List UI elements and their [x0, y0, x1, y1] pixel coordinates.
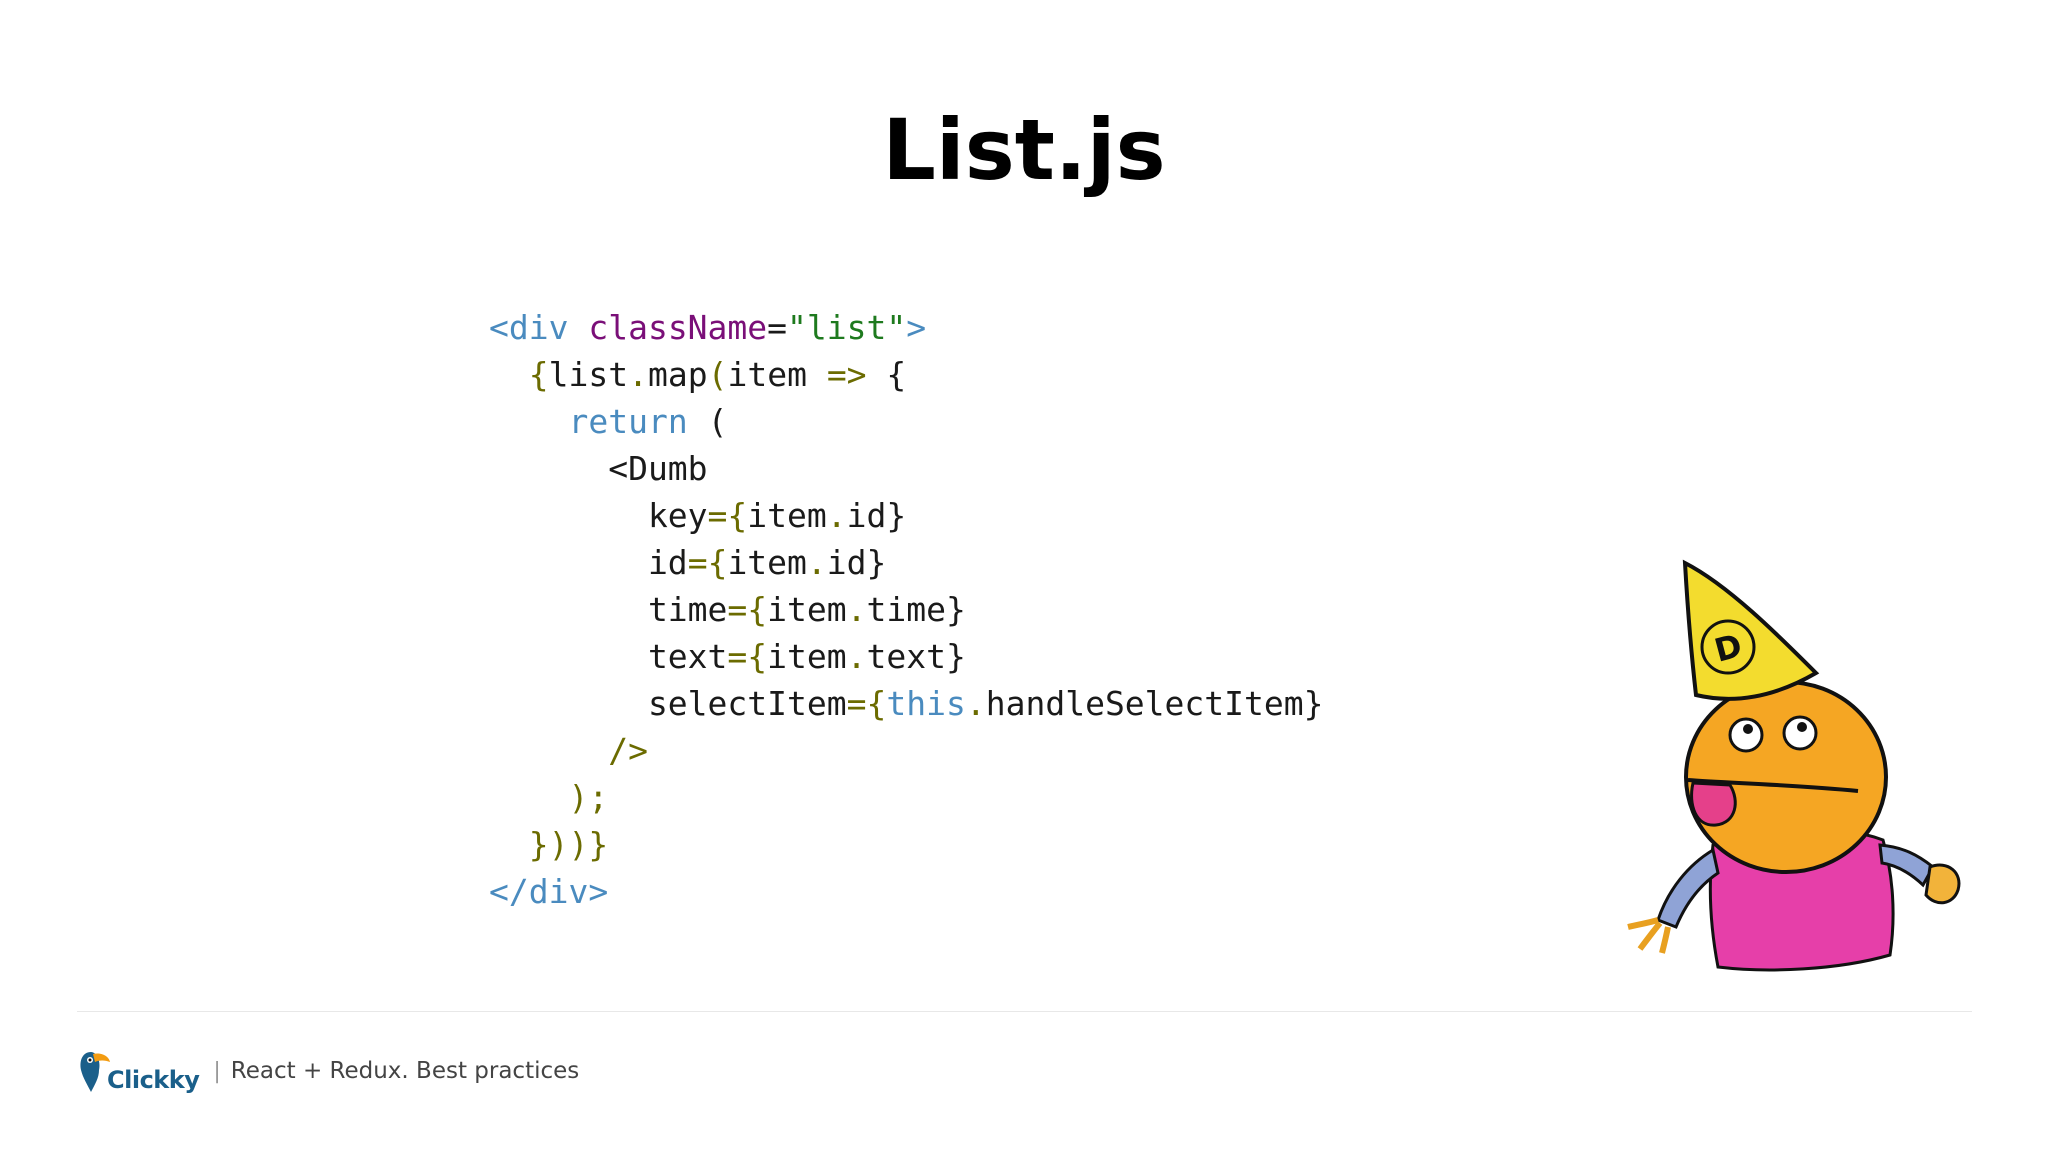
code-token: ( [687, 402, 728, 441]
code-token: . [806, 543, 827, 582]
footer: Clickky | React + Redux. Best practices [77, 1046, 579, 1096]
code-token: = [707, 496, 728, 535]
code-token: map [647, 355, 708, 394]
code-token: . [628, 355, 648, 394]
code-token: return [568, 402, 688, 441]
code-token: . [846, 590, 867, 629]
code-line: /> [489, 727, 1324, 774]
code-line: return ( [489, 398, 1324, 445]
code-token: </div> [489, 872, 609, 911]
code-token: item [747, 496, 827, 535]
mascot-illustration: D [1627, 559, 1961, 972]
slide-title: List.js [882, 101, 1166, 199]
code-token: = [687, 543, 708, 582]
code-token: = [767, 308, 788, 347]
code-token: time [489, 590, 728, 629]
code-token: item [767, 590, 847, 629]
mascot-right-eye [1782, 715, 1818, 751]
mascot-hat [1682, 559, 1820, 701]
code-token: > [906, 308, 927, 347]
code-token: id} [826, 543, 887, 582]
code-token: = [846, 684, 867, 723]
code-token: . [846, 637, 867, 676]
mascot-right-hand [1924, 863, 1961, 905]
code-token: item [767, 637, 847, 676]
code-token: { [528, 355, 549, 394]
code-token: . [965, 684, 986, 723]
code-token: this [886, 684, 966, 723]
code-line: </div> [489, 868, 1324, 915]
footer-divider [77, 1011, 1972, 1012]
code-token: => [826, 355, 867, 394]
code-token: { [747, 590, 768, 629]
mascot-left-hand [1627, 917, 1671, 954]
mascot-head [1684, 680, 1888, 874]
code-line: }))} [489, 821, 1324, 868]
code-token: <Dumb [489, 449, 708, 488]
code-line: time={item.time} [489, 586, 1324, 633]
code-token: = [727, 590, 748, 629]
code-token: { [866, 684, 887, 723]
code-token: { [747, 637, 768, 676]
footer-separator: | [213, 1058, 221, 1084]
code-token: = [727, 637, 748, 676]
code-token: /> [608, 731, 648, 770]
code-token: id [489, 543, 688, 582]
code-token: handleSelectItem} [985, 684, 1324, 723]
code-token: })) [528, 825, 589, 864]
code-token: text} [866, 637, 966, 676]
code-line: key={item.id} [489, 492, 1324, 539]
code-token: id} [846, 496, 907, 535]
code-token: { [727, 496, 748, 535]
code-token: { [707, 543, 728, 582]
code-token: ); [568, 778, 609, 817]
code-line: {list.map(item => { [489, 351, 1324, 398]
code-line: ); [489, 774, 1324, 821]
code-line: <div className="list"> [489, 304, 1324, 351]
code-token: key [489, 496, 708, 535]
code-token: list [548, 355, 629, 394]
code-token: { [866, 355, 907, 394]
code-token: <div [489, 308, 589, 347]
code-line: <Dumb [489, 445, 1324, 492]
code-line: id={item.id} [489, 539, 1324, 586]
code-token: "list" [787, 308, 907, 347]
code-line: selectItem={this.handleSelectItem} [489, 680, 1324, 727]
code-token: item [727, 355, 827, 394]
code-token: } [588, 825, 609, 864]
toucan-icon [80, 1052, 110, 1092]
code-token: item [727, 543, 807, 582]
mascot-left-eye [1728, 717, 1764, 753]
code-token: className [588, 308, 768, 347]
code-token: . [826, 496, 847, 535]
code-token: selectItem [489, 684, 847, 723]
clickky-logo: Clickky [77, 1048, 200, 1094]
code-block: <div className="list"> {list.map(item =>… [489, 304, 1324, 915]
logo-text: Clickky [107, 1066, 200, 1094]
mascot-tongue [1690, 781, 1737, 827]
code-token: text [489, 637, 728, 676]
code-line: text={item.text} [489, 633, 1324, 680]
code-token: time} [866, 590, 966, 629]
footer-caption: React + Redux. Best practices [230, 1058, 580, 1084]
code-token: ( [707, 355, 728, 394]
